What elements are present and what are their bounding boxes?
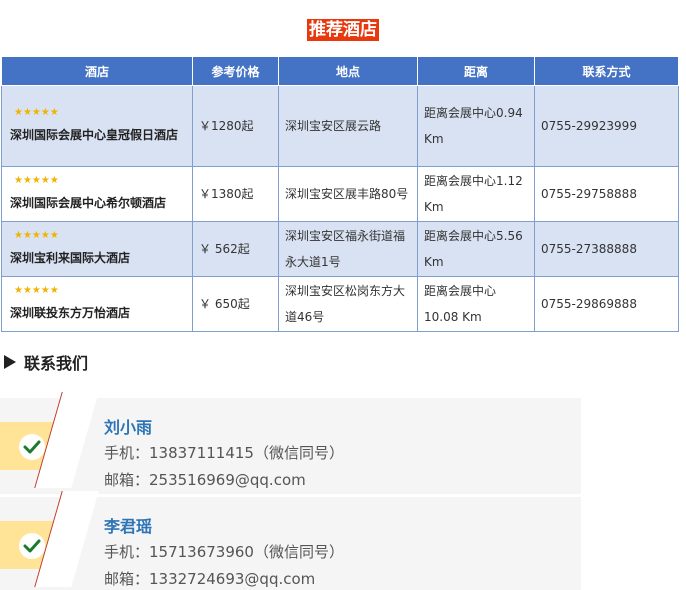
phone-cell: 0755-29869888: [534, 276, 679, 332]
star-rating: ★★★★★: [14, 285, 59, 296]
hotel-name: 深圳宝利来国际大酒店: [10, 251, 131, 265]
contact-card: 李君瑶 手机：15713673960（微信同号） 邮箱：1332724693@q…: [0, 491, 581, 590]
phone-cell: 0755-29923999: [534, 85, 679, 167]
distance-cell: 距离会展中心0.94 Km: [417, 85, 535, 167]
contact-phone[interactable]: 手机：13837111415（微信同号）: [104, 442, 344, 463]
star-rating: ★★★★★: [14, 175, 59, 186]
star-rating: ★★★★★: [14, 107, 59, 118]
location-cell: 深圳宝安区松岗东方大道46号: [278, 276, 418, 332]
phone-cell: 0755-27388888: [534, 221, 679, 277]
contact-heading: 联系我们: [4, 350, 88, 374]
header-price: 参考价格: [192, 56, 279, 86]
table-row: ★★★★★ 深圳国际会展中心皇冠假日酒店 ￥1280起 深圳宝安区展云路 距离会…: [1, 85, 679, 167]
hotel-name: 深圳国际会展中心皇冠假日酒店: [10, 128, 179, 142]
table-row: ★★★★★ 深圳国际会展中心希尔顿酒店 ￥1380起 深圳宝安区展丰路80号 距…: [1, 166, 679, 222]
header-hotel: 酒店: [1, 56, 193, 86]
contact-phone[interactable]: 手机：15713673960（微信同号）: [104, 541, 344, 562]
contact-name: 刘小雨: [104, 418, 153, 437]
phone-cell: 0755-29758888: [534, 166, 679, 222]
table-row: ★★★★★ 深圳联投东方万怡酒店 ￥ 650起 深圳宝安区松岗东方大道46号 距…: [1, 276, 679, 332]
hotel-table: 酒店 参考价格 地点 距离 联系方式 ★★★★★ 深圳国际会展中心皇冠假日酒店 …: [1, 56, 679, 332]
distance-cell: 距离会展中心5.56 Km: [417, 221, 535, 277]
price-cell: ￥1380起: [192, 166, 279, 222]
triangle-right-icon: [4, 355, 16, 369]
hotel-name: 深圳联投东方万怡酒店: [10, 306, 131, 320]
header-contact: 联系方式: [534, 56, 679, 86]
contact-email[interactable]: 邮箱：253516969@qq.com: [104, 469, 306, 490]
header-distance: 距离: [417, 56, 535, 86]
contact-heading-label: 联系我们: [24, 354, 89, 373]
location-cell: 深圳宝安区福永街道福永大道1号: [278, 221, 418, 277]
distance-cell: 距离会展中心10.08 Km: [417, 276, 535, 332]
location-cell: 深圳宝安区展丰路80号: [278, 166, 418, 222]
header-location: 地点: [278, 56, 418, 86]
contact-name: 李君瑶: [104, 517, 153, 536]
page-title: 推荐酒店: [307, 19, 379, 41]
check-icon: [19, 533, 45, 559]
contact-card: 刘小雨 手机：13837111415（微信同号） 邮箱：253516969@qq…: [0, 392, 581, 494]
check-icon: [19, 434, 45, 460]
table-header-row: 酒店 参考价格 地点 距离 联系方式: [1, 56, 679, 86]
hotel-cell: ★★★★★ 深圳国际会展中心皇冠假日酒店: [1, 85, 193, 167]
hotel-name: 深圳国际会展中心希尔顿酒店: [10, 196, 167, 210]
location-cell: 深圳宝安区展云路: [278, 85, 418, 167]
price-cell: ￥ 562起: [192, 221, 279, 277]
hotel-cell: ★★★★★ 深圳国际会展中心希尔顿酒店: [1, 166, 193, 222]
hotel-cell: ★★★★★ 深圳联投东方万怡酒店: [1, 276, 193, 332]
star-rating: ★★★★★: [14, 230, 59, 241]
hotel-cell: ★★★★★ 深圳宝利来国际大酒店: [1, 221, 193, 277]
contact-email[interactable]: 邮箱：1332724693@qq.com: [104, 568, 315, 589]
title-wrap: 推荐酒店: [0, 19, 686, 41]
table-row: ★★★★★ 深圳宝利来国际大酒店 ￥ 562起 深圳宝安区福永街道福永大道1号 …: [1, 221, 679, 277]
distance-cell: 距离会展中心1.12 Km: [417, 166, 535, 222]
price-cell: ￥ 650起: [192, 276, 279, 332]
price-cell: ￥1280起: [192, 85, 279, 167]
